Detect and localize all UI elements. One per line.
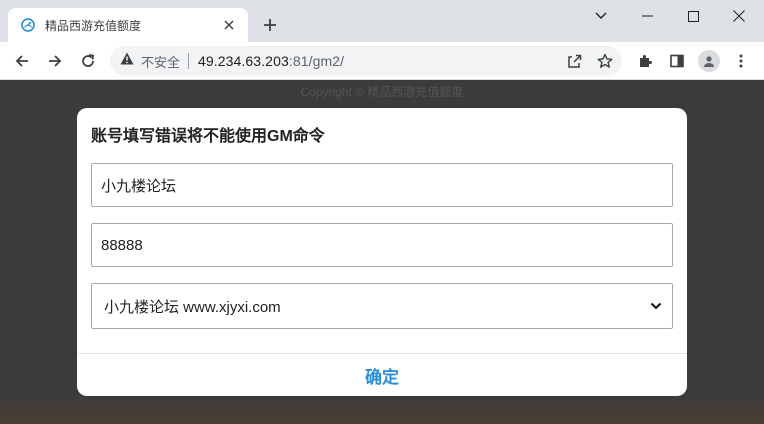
forward-icon[interactable] (41, 47, 69, 75)
tab-search-icon[interactable] (578, 0, 624, 32)
background-image-strip (0, 394, 764, 424)
server-select-value: 小九楼论坛 www.xjyxi.com (104, 298, 281, 316)
browser-tab[interactable]: 精品西游充值额度 (8, 8, 248, 42)
security-label[interactable]: 不安全 (141, 52, 180, 71)
dialog-footer: 确定 (77, 353, 687, 396)
gauge-icon (20, 17, 36, 33)
url-path: :81/gm2/ (288, 53, 345, 69)
chevron-down-icon (650, 297, 662, 315)
url-host: 49.234.63.203 (198, 53, 289, 69)
minimize-icon[interactable] (624, 0, 670, 32)
tab-title: 精品西游充值额度 (45, 18, 142, 33)
avatar (698, 50, 720, 72)
copyright-text: Copyright © 精品西游充值额度 (300, 85, 464, 99)
back-icon[interactable] (8, 47, 36, 75)
dialog-title: 账号填写错误将不能使用GM命令 (91, 128, 325, 145)
account-input[interactable] (91, 163, 673, 207)
share-icon[interactable] (560, 46, 588, 76)
tab-strip: 精品西游充值额度 (0, 0, 764, 42)
close-window-icon[interactable] (716, 0, 762, 32)
close-tab-icon[interactable] (220, 16, 238, 34)
address-bar[interactable]: 不安全 49.234.63.203:81/gm2/ (110, 46, 622, 76)
new-tab-button[interactable] (258, 13, 282, 37)
extensions-icon[interactable] (631, 47, 659, 75)
password-input[interactable] (91, 223, 673, 267)
url-text[interactable]: 49.234.63.203:81/gm2/ (198, 53, 344, 69)
bookmark-star-icon[interactable] (591, 46, 619, 76)
more-menu-icon[interactable] (727, 47, 755, 75)
gm-dialog: 账号填写错误将不能使用GM命令 小九楼论坛 www.xjyxi.com 确定 (77, 108, 687, 396)
omnibox-divider (188, 53, 190, 69)
warning-icon[interactable] (120, 52, 134, 70)
browser-toolbar: 不安全 49.234.63.203:81/gm2/ (0, 42, 764, 80)
side-panel-icon[interactable] (663, 47, 691, 75)
profile-avatar-icon[interactable] (695, 47, 723, 75)
server-select[interactable]: 小九楼论坛 www.xjyxi.com (91, 283, 673, 329)
maximize-icon[interactable] (670, 0, 716, 32)
confirm-button[interactable]: 确定 (365, 363, 399, 388)
reload-icon[interactable] (74, 47, 102, 75)
